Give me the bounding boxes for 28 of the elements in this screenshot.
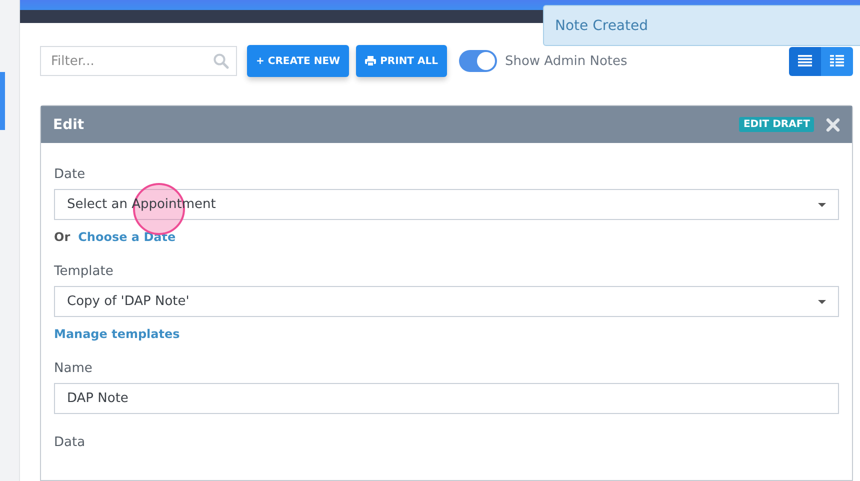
- input-field[interactable]: DAP Note: [54, 383, 839, 414]
- list-view-button[interactable]: [789, 46, 821, 76]
- toggle-label: Show Admin Notes: [504, 54, 628, 68]
- filter-field[interactable]: Filter...: [40, 46, 237, 76]
- printer-icon: [365, 56, 376, 66]
- field-label: Data: [54, 435, 86, 450]
- select-field[interactable]: Copy of 'DAP Note': [54, 286, 839, 317]
- helper-link[interactable]: Manage templates: [54, 327, 180, 341]
- field-label: Date: [54, 167, 86, 182]
- print-all-button[interactable]: PRINT ALL: [356, 45, 447, 77]
- field-label: Template: [54, 264, 114, 279]
- field-label: Name: [54, 361, 94, 376]
- helper-text: Or: [54, 230, 70, 244]
- toggle-switch[interactable]: [458, 50, 497, 72]
- grid-view-button[interactable]: [821, 46, 853, 76]
- list-icon: [798, 55, 812, 67]
- select-value: Copy of 'DAP Note': [67, 294, 190, 309]
- create-new-button[interactable]: + CREATE NEW: [247, 45, 350, 77]
- close-icon[interactable]: [826, 118, 840, 132]
- caret-icon: [818, 300, 826, 304]
- toast-text: Note Created: [555, 18, 648, 34]
- edit-draft-badge: EDIT DRAFT: [739, 117, 814, 132]
- panel-title: Edit: [53, 116, 84, 132]
- input-value: DAP Note: [67, 391, 128, 406]
- caret-icon: [818, 202, 826, 206]
- search-icon: [213, 53, 229, 69]
- helper-link[interactable]: Choose a Date: [78, 230, 176, 244]
- grid-icon: [830, 55, 844, 67]
